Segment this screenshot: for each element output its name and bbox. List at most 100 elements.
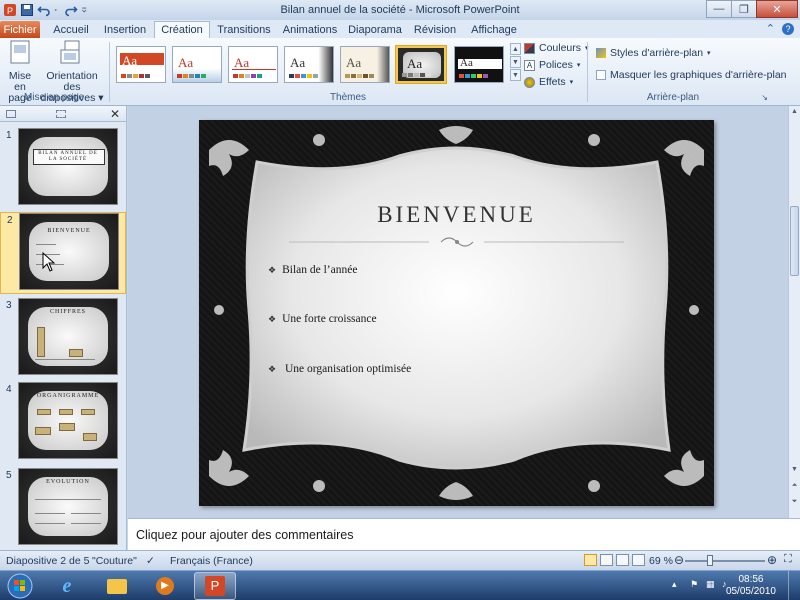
- colors-icon: [524, 42, 535, 54]
- zoom-in-icon[interactable]: ⊕: [767, 553, 777, 567]
- background-styles-button[interactable]: Styles d'arrière-plan ▾: [596, 47, 711, 59]
- customize-toolbar-icon[interactable]: [81, 3, 90, 17]
- tab-fichier[interactable]: Fichier: [0, 21, 40, 38]
- zoom-slider-knob[interactable]: [707, 555, 713, 566]
- slide-thumbnail-2[interactable]: BIENVENUE: [19, 213, 119, 290]
- themes-scroll-down-button[interactable]: ▼: [510, 56, 521, 68]
- title-bar: P Bilan annuel de la société - Microsoft…: [0, 0, 800, 20]
- colors-button[interactable]: Couleurs▾: [524, 42, 589, 54]
- slide-bullet-3[interactable]: ❖ Une organisation optimisée: [268, 363, 411, 375]
- quick-access-toolbar: P: [0, 0, 90, 20]
- tab-affichage[interactable]: Affichage: [466, 21, 522, 38]
- notes-pane[interactable]: Cliquez pour ajouter des commentaires: [128, 518, 800, 550]
- redo-icon[interactable]: [64, 3, 78, 17]
- theme-thumbnail-7[interactable]: Aa: [454, 46, 504, 83]
- taskbar-explorer[interactable]: [96, 572, 138, 600]
- themes-more-button[interactable]: ▼: [510, 69, 521, 81]
- dialog-launcher-icon[interactable]: ↘: [761, 93, 768, 102]
- orientation-label-1: Orientation des: [46, 70, 98, 93]
- zoom-out-icon[interactable]: ⊖: [674, 553, 684, 567]
- language[interactable]: Français (France): [170, 555, 253, 567]
- tab-creation[interactable]: Création: [154, 21, 210, 38]
- theme-thumbnail-couture[interactable]: Aa: [396, 46, 446, 83]
- slide-thumbnail-row-5[interactable]: 5 EVOLUTION: [0, 468, 126, 550]
- tab-transitions[interactable]: Transitions: [214, 21, 274, 38]
- theme-sample-text: Aa: [460, 57, 473, 69]
- fonts-button[interactable]: A Polices ▾: [524, 59, 580, 71]
- theme-thumbnail-3[interactable]: Aa: [228, 46, 278, 83]
- slide-number: 3: [6, 300, 12, 311]
- scrollbar-thumb[interactable]: [790, 206, 799, 276]
- previous-slide-icon[interactable]: ⏶: [790, 482, 799, 492]
- theme-sample-text: Aa: [178, 55, 194, 70]
- slide-thumbnail-4[interactable]: ORGANIGRAMME: [18, 382, 118, 459]
- tab-diaporama[interactable]: Diaporama: [346, 21, 404, 38]
- effects-button[interactable]: Effets ▾: [524, 76, 573, 88]
- maximize-button[interactable]: ❐: [731, 0, 757, 18]
- powerpoint-logo-icon[interactable]: P: [3, 3, 17, 17]
- scroll-up-icon[interactable]: ▲: [790, 108, 799, 118]
- tab-animations[interactable]: Animations: [280, 21, 340, 38]
- close-button[interactable]: ✕: [756, 0, 798, 18]
- slide-thumbnail-row-1[interactable]: 1 BILAN ANNUEL DE LA SOCIÉTÉ: [0, 128, 126, 210]
- fit-to-window-icon[interactable]: ⛶: [784, 553, 792, 566]
- background-styles-icon: [596, 48, 606, 58]
- minimize-ribbon-icon[interactable]: ⌃: [766, 23, 775, 35]
- tray-arrow-icon[interactable]: ▴: [672, 579, 682, 590]
- scroll-down-icon[interactable]: ▼: [790, 466, 799, 476]
- slide-bullet-2[interactable]: ❖ Une forte croissance: [268, 313, 377, 325]
- system-clock[interactable]: 08:56 05/05/2010: [726, 574, 776, 598]
- slide-scrollbar[interactable]: ▲ ▼ ⏶ ⏷: [788, 106, 800, 518]
- start-button[interactable]: [2, 572, 38, 600]
- slides-tab-icon[interactable]: [6, 110, 16, 118]
- slide-sorter-view-button[interactable]: [600, 554, 613, 566]
- slide-thumbnail-5[interactable]: EVOLUTION: [18, 468, 118, 545]
- themes-scroll-up-button[interactable]: ▲: [510, 43, 521, 55]
- slide-thumbnail-1[interactable]: BILAN ANNUEL DE LA SOCIÉTÉ: [18, 128, 118, 205]
- theme-thumbnail-1[interactable]: Aa: [116, 46, 166, 83]
- undo-icon[interactable]: [37, 3, 51, 17]
- tab-revision[interactable]: Révision: [410, 21, 460, 38]
- zoom-level[interactable]: 69 %: [649, 555, 673, 567]
- save-icon[interactable]: [20, 3, 34, 17]
- next-slide-icon[interactable]: ⏷: [790, 498, 799, 508]
- slide-thumbnail-row-2[interactable]: 2 BIENVENUE: [0, 212, 126, 294]
- notes-placeholder[interactable]: Cliquez pour ajouter des commentaires: [136, 528, 353, 542]
- group-label-page-setup: Mise en page: [23, 92, 85, 103]
- slideshow-view-button[interactable]: [632, 554, 645, 566]
- close-panel-icon[interactable]: ✕: [110, 107, 120, 121]
- outline-tab-icon[interactable]: [56, 110, 66, 118]
- mouse-cursor-icon: [42, 252, 56, 272]
- maximize-icon: ❐: [739, 3, 749, 16]
- minimize-button[interactable]: —: [706, 0, 732, 18]
- reading-view-button[interactable]: [616, 554, 629, 566]
- slide-bullet-1[interactable]: ❖ Bilan de l’année: [268, 264, 357, 276]
- network-icon[interactable]: ▦: [706, 579, 716, 590]
- slide-thumbnail-row-4[interactable]: 4 ORGANIGRAMME: [0, 382, 126, 464]
- slide-thumbnail-3[interactable]: CHIFFRES: [18, 298, 118, 375]
- help-icon[interactable]: ?: [782, 23, 794, 35]
- spellcheck-icon[interactable]: ✓: [146, 555, 155, 567]
- slide-title[interactable]: BIENVENUE: [199, 202, 714, 228]
- theme-thumbnail-4[interactable]: Aa: [284, 46, 334, 83]
- taskbar-internet-explorer[interactable]: e: [46, 572, 88, 600]
- taskbar-media-player[interactable]: ▶: [144, 572, 186, 600]
- taskbar-powerpoint[interactable]: P: [194, 572, 236, 600]
- flag-icon[interactable]: ⚑: [690, 579, 700, 590]
- normal-view-button[interactable]: [584, 554, 597, 566]
- slide-thumbnail-row-3[interactable]: 3 CHIFFRES: [0, 298, 126, 380]
- fonts-icon: A: [524, 59, 535, 71]
- current-slide[interactable]: BIENVENUE ❖ Bilan de l’année ❖ Une forte c…: [199, 120, 714, 506]
- zoom-slider-track[interactable]: [685, 560, 765, 562]
- show-desktop-button[interactable]: [788, 571, 800, 600]
- tab-insertion[interactable]: Insertion: [100, 21, 150, 38]
- theme-thumbnail-5[interactable]: Aa: [340, 46, 390, 83]
- hide-background-graphics-checkbox[interactable]: Masquer les graphiques d'arrière-plan: [596, 69, 787, 81]
- checkbox-icon: [596, 70, 606, 80]
- background-styles-label: Styles d'arrière-plan: [610, 47, 704, 59]
- slides-panel: ✕ 1 BILAN ANNUEL DE LA SOCIÉTÉ 2 BIENVEN…: [0, 106, 127, 550]
- chevron-down-icon[interactable]: [54, 3, 61, 17]
- theme-thumbnail-2[interactable]: Aa: [172, 46, 222, 83]
- colors-label: Couleurs: [539, 42, 582, 54]
- tab-accueil[interactable]: Accueil: [46, 21, 96, 38]
